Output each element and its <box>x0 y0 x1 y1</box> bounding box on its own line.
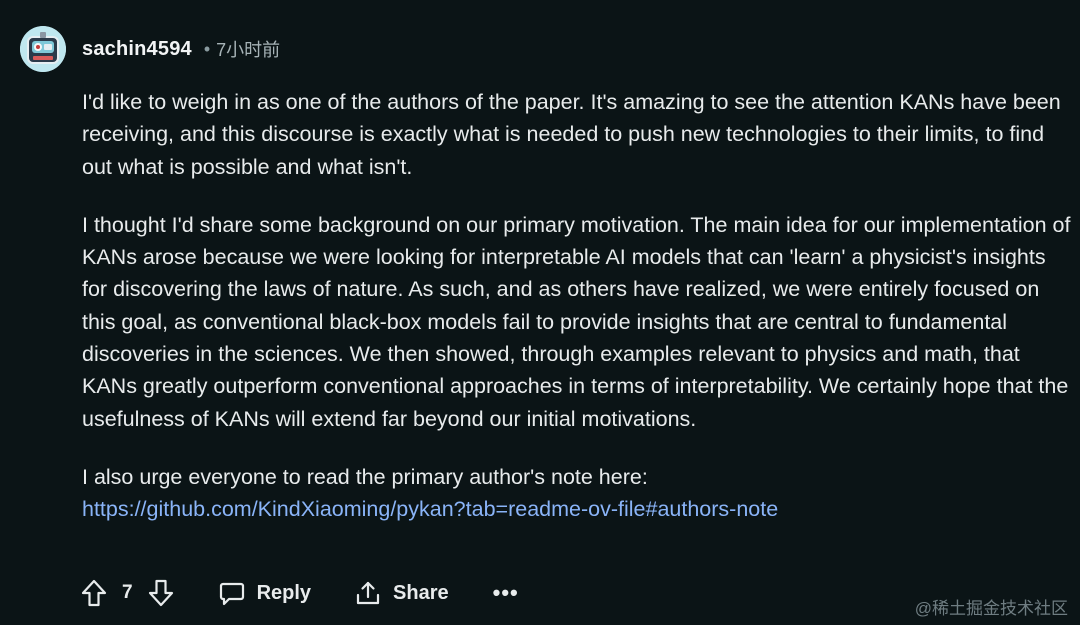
watermark: @稀土掘金技术社区 <box>914 599 1068 618</box>
speech-bubble-icon <box>219 582 244 606</box>
comment-header: sachin4594 • 7小时前 <box>20 24 280 74</box>
share-icon <box>356 581 380 605</box>
comment-paragraph: I'd like to weigh in as one of the autho… <box>82 90 1061 179</box>
comment-actions: 7 Reply Share ••• <box>80 573 519 613</box>
comment-paragraph-text: I also urge everyone to read the primary… <box>82 464 648 489</box>
comment: sachin4594 • 7小时前 I'd like to weigh in a… <box>0 0 1080 625</box>
separator-dot: • <box>203 38 211 59</box>
more-options-button[interactable]: ••• <box>493 580 519 606</box>
timestamp: 7小时前 <box>216 40 281 60</box>
comment-body: I'd like to weigh in as one of the autho… <box>82 86 1072 526</box>
arrow-down-icon[interactable] <box>147 579 175 607</box>
comment-paragraph: I also urge everyone to read the primary… <box>82 461 1072 526</box>
comment-paragraph: I thought I'd share some background on o… <box>82 212 1071 431</box>
share-button[interactable]: Share <box>355 580 449 606</box>
share-label: Share <box>393 581 449 604</box>
github-link[interactable]: https://github.com/KindXiaoming/pykan?ta… <box>82 497 778 521</box>
reply-label: Reply <box>256 581 312 604</box>
vote-count: 7 <box>122 582 133 603</box>
reply-button[interactable]: Reply <box>219 580 311 606</box>
avatar[interactable] <box>20 26 66 72</box>
username[interactable]: sachin4594 <box>82 38 192 61</box>
arrow-up-icon[interactable] <box>80 579 108 607</box>
robot-avatar-icon <box>20 26 66 72</box>
